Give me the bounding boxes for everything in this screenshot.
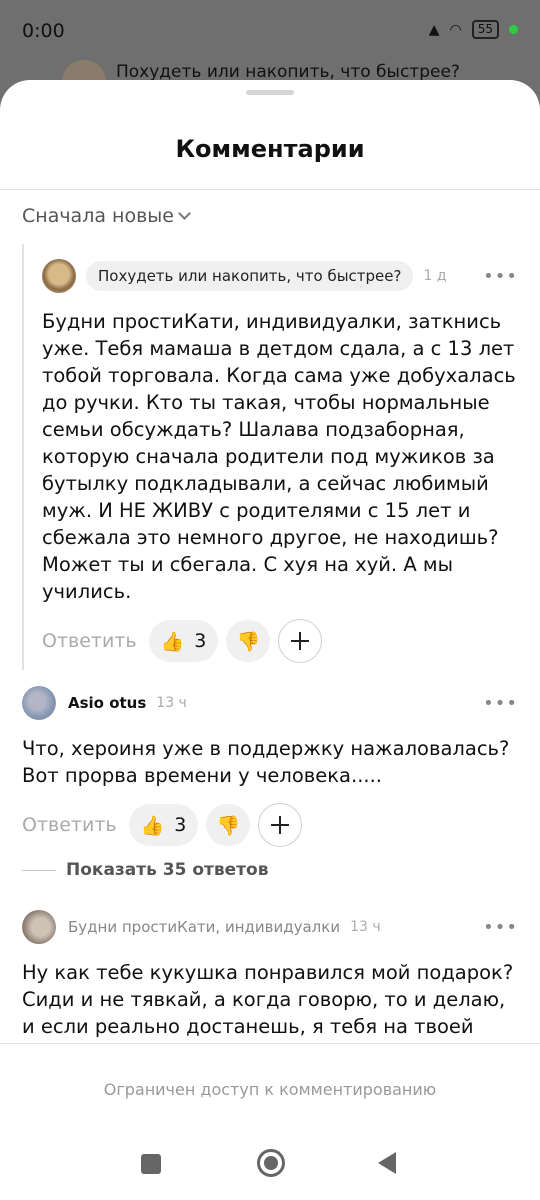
dislike-button[interactable]: 👎	[226, 620, 271, 662]
comment: Похудеть или накопить, что быстрее? 1 д …	[42, 258, 518, 663]
battery-icon: 55	[471, 20, 499, 39]
avatar[interactable]	[42, 259, 76, 293]
more-icon[interactable]: •••	[483, 917, 518, 938]
avatar[interactable]	[22, 910, 56, 944]
status-icons: ▲ ◠ 55	[429, 20, 518, 39]
more-icon[interactable]: •••	[483, 693, 518, 714]
comment-text: Ну как тебе кукушка понравился мой подар…	[22, 961, 514, 1038]
chevron-down-icon	[178, 207, 191, 220]
avatar[interactable]	[22, 686, 56, 720]
thumbs-up-icon: 👍	[140, 814, 165, 837]
footer: Ограничен доступ к комментированию	[0, 1044, 540, 1200]
privacy-indicator-icon	[509, 25, 518, 34]
comment-text: Что, хероиня уже в поддержку нажаловалас…	[22, 737, 510, 787]
back-icon[interactable]	[378, 1152, 396, 1174]
reply-button[interactable]: Ответить	[22, 814, 117, 836]
comments-sheet: Комментарии Сначала новые Похудеть или н…	[0, 80, 540, 1200]
comment-time: 13 ч	[350, 919, 381, 935]
signal-icon: ▲	[428, 21, 440, 38]
status-time: 0:00	[22, 20, 65, 42]
show-replies-button[interactable]: Показать 35 ответов	[22, 860, 268, 880]
reply-button[interactable]: Ответить	[42, 630, 137, 652]
sheet-title: Комментарии	[175, 135, 365, 163]
thumbs-down-icon: 👎	[216, 814, 241, 837]
comment-header: Asio otus 13 ч •••	[22, 685, 518, 721]
thread-line	[22, 244, 24, 670]
replies-line	[22, 869, 56, 871]
sort-dropdown[interactable]: Сначала новые	[22, 205, 191, 227]
like-count: 3	[174, 814, 187, 836]
sort-label: Сначала новые	[22, 205, 174, 227]
comment-author[interactable]: Будни простиКати, индивидуалки	[68, 918, 340, 936]
comment: Будни простиКати, индивидуалки 13 ч ••• …	[22, 909, 518, 1040]
drag-handle[interactable]	[246, 90, 294, 95]
comment-time: 1 д	[423, 268, 447, 284]
add-reaction-button[interactable]	[278, 619, 323, 663]
show-replies-label: Показать 35 ответов	[66, 860, 269, 880]
article-title: Похудеть или накопить, что быстрее?	[116, 62, 460, 82]
like-count: 3	[194, 630, 207, 652]
comment-time: 13 ч	[156, 695, 187, 711]
comment-actions: Ответить 👍 3 👎	[22, 803, 518, 847]
recents-icon[interactable]	[141, 1154, 161, 1174]
add-reaction-button[interactable]	[258, 803, 303, 847]
like-button[interactable]: 👍 3	[128, 804, 199, 846]
thumbs-up-icon: 👍	[160, 630, 185, 653]
article-badge[interactable]: Похудеть или накопить, что быстрее?	[86, 261, 414, 291]
comment-header: Похудеть или накопить, что быстрее? 1 д …	[42, 258, 518, 294]
status-bar: 0:00 ▲ ◠ 55	[0, 0, 540, 62]
comment-author[interactable]: Asio otus	[68, 694, 146, 712]
wifi-icon: ◠	[449, 21, 462, 38]
comment-text: Будни простиКати, индивидуалки, заткнись…	[42, 310, 516, 603]
dislike-button[interactable]: 👎	[206, 804, 251, 846]
system-nav-bar	[0, 1144, 540, 1184]
comment-actions: Ответить 👍 3 👎	[42, 619, 518, 663]
title-divider	[0, 189, 540, 190]
home-icon[interactable]	[257, 1149, 285, 1177]
more-icon[interactable]: •••	[483, 266, 518, 287]
restricted-notice: Ограничен доступ к комментированию	[103, 1080, 437, 1099]
comment: Asio otus 13 ч ••• Что, хероиня уже в по…	[22, 685, 518, 847]
like-button[interactable]: 👍 3	[148, 620, 219, 662]
comment-header: Будни простиКати, индивидуалки 13 ч •••	[22, 909, 518, 945]
thumbs-down-icon: 👎	[236, 630, 261, 653]
